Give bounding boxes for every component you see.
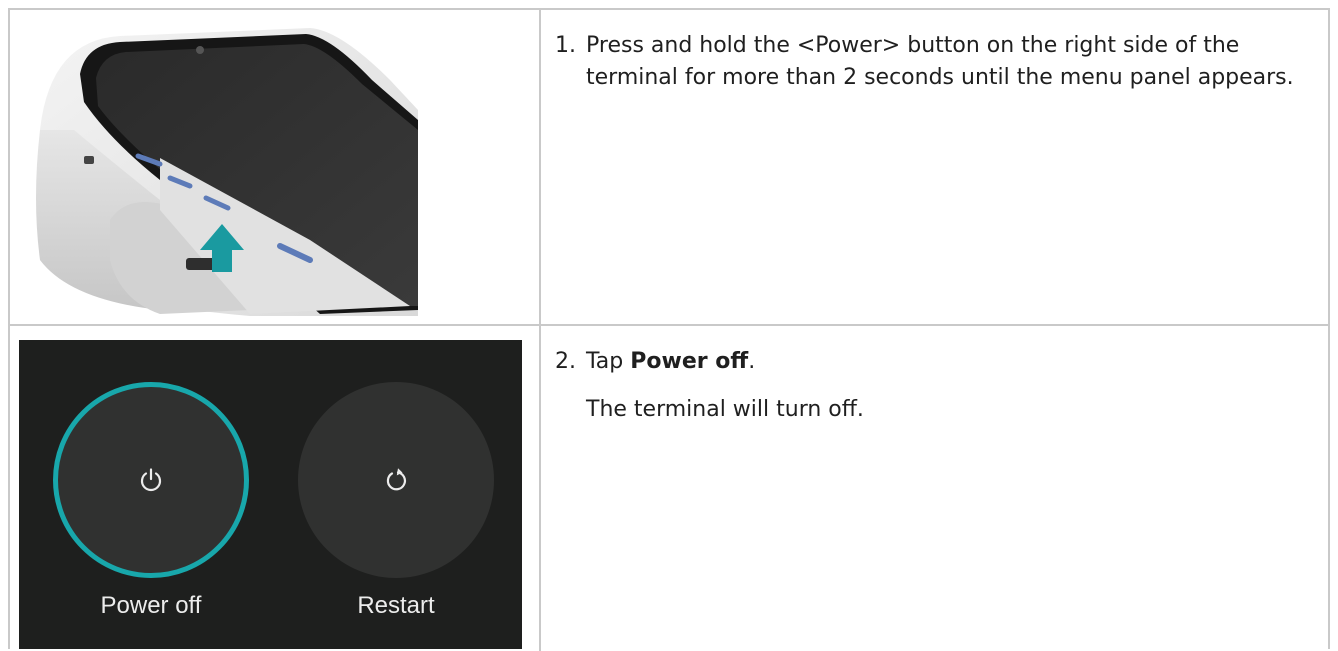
step-2-text-after: .	[748, 349, 756, 374]
bottom-slot	[186, 258, 216, 270]
step-2: 2. Tap Power off. The terminal will turn…	[555, 346, 1315, 426]
step-2-instruction: Tap Power off.	[586, 346, 1315, 378]
step-1-instruction: Press and hold the <Power> button on the…	[586, 33, 1294, 90]
step-row-2: Power off Restart 2. Tap Power off. The …	[10, 326, 1328, 651]
step-number: 1.	[555, 33, 576, 58]
power-menu-panel: Power off Restart	[19, 340, 522, 649]
side-port	[84, 156, 94, 164]
terminal-photo-cell	[10, 10, 539, 324]
step-row-1: 1. Press and hold the <Power> button on …	[10, 10, 1328, 326]
terminal-device-illustration	[36, 28, 418, 316]
power-off-label: Power off	[100, 592, 202, 619]
step-2-emphasis: Power off	[630, 349, 749, 374]
step-1: 1. Press and hold the <Power> button on …	[555, 30, 1315, 94]
restart-button[interactable]	[298, 382, 494, 578]
step-2-note: The terminal will turn off.	[586, 397, 864, 422]
power-off-button[interactable]	[53, 382, 249, 578]
camera-dot	[196, 46, 204, 54]
step-1-text-cell: 1. Press and hold the <Power> button on …	[541, 10, 1328, 324]
step-number: 2.	[555, 349, 576, 374]
restart-icon	[386, 468, 407, 491]
instruction-table: 1. Press and hold the <Power> button on …	[8, 8, 1330, 651]
step-2-text-before: Tap	[586, 349, 631, 374]
power-menu-screenshot-cell: Power off Restart	[10, 326, 539, 651]
step-2-text-cell: 2. Tap Power off. The terminal will turn…	[541, 326, 1328, 651]
power-icon	[140, 468, 162, 492]
restart-label: Restart	[357, 592, 435, 619]
